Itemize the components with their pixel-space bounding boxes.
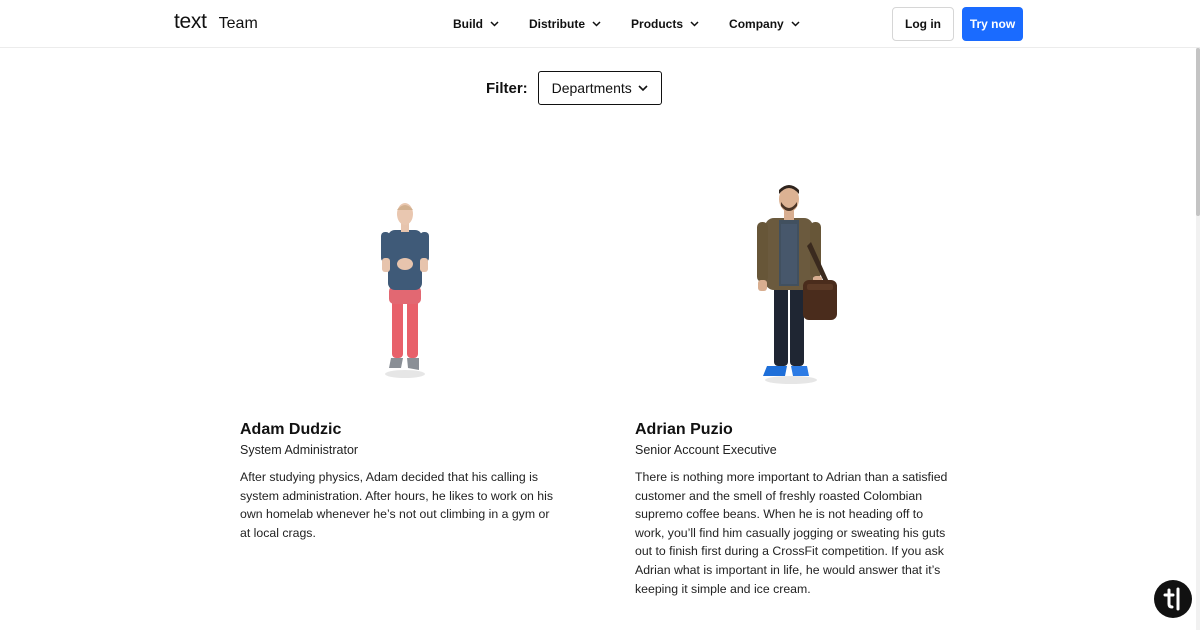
member-bio: After studying physics, Adam decided tha… <box>240 470 554 540</box>
nav-item-label: Distribute <box>529 17 586 31</box>
nav-item-label: Build <box>453 17 483 31</box>
page-scrollbar[interactable] <box>1196 48 1200 630</box>
nav-item-label: Products <box>631 17 684 31</box>
filter-label: Filter: <box>486 79 528 97</box>
nav-item-products[interactable]: Products <box>631 17 699 31</box>
filter-bar: Filter: Departments <box>486 71 662 105</box>
login-button[interactable]: Log in <box>892 7 954 41</box>
dropdown-selected-value: Departments <box>551 80 632 96</box>
main-nav: Build Distribute Products Company <box>453 0 830 48</box>
brand-logo[interactable]: text <box>174 10 207 34</box>
chevron-down-icon <box>638 84 648 91</box>
nav-item-company[interactable]: Company <box>729 17 800 31</box>
nav-item-build[interactable]: Build <box>453 17 499 31</box>
member-role: Senior Account Executive <box>635 443 777 457</box>
top-navigation-bar: text Team Build Distribute Products Comp… <box>0 0 1200 48</box>
departments-dropdown[interactable]: Departments <box>537 71 662 105</box>
nav-item-distribute[interactable]: Distribute <box>529 17 601 31</box>
scrollbar-thumb[interactable] <box>1196 48 1200 216</box>
chevron-down-icon <box>690 21 699 27</box>
spacer-graphic <box>140 180 141 181</box>
member-role: System Administrator <box>240 443 359 457</box>
member-name: Adrian Puzio <box>635 421 733 438</box>
chevron-down-icon <box>592 21 601 27</box>
chevron-down-icon <box>490 21 499 27</box>
text-logo-badge[interactable] <box>1154 580 1192 618</box>
try-now-button[interactable]: Try now <box>962 7 1023 41</box>
team-member-photo <box>381 203 429 378</box>
team-member-photo <box>757 185 837 384</box>
brand-section-name: Team <box>218 15 258 32</box>
brand[interactable]: text Team <box>174 10 258 34</box>
t-letter-icon <box>1163 587 1180 611</box>
member-bio: There is nothing more important to Adria… <box>635 470 948 596</box>
chevron-down-icon <box>791 21 800 27</box>
member-name: Adam Dudzic <box>240 421 342 438</box>
nav-item-label: Company <box>729 17 784 31</box>
